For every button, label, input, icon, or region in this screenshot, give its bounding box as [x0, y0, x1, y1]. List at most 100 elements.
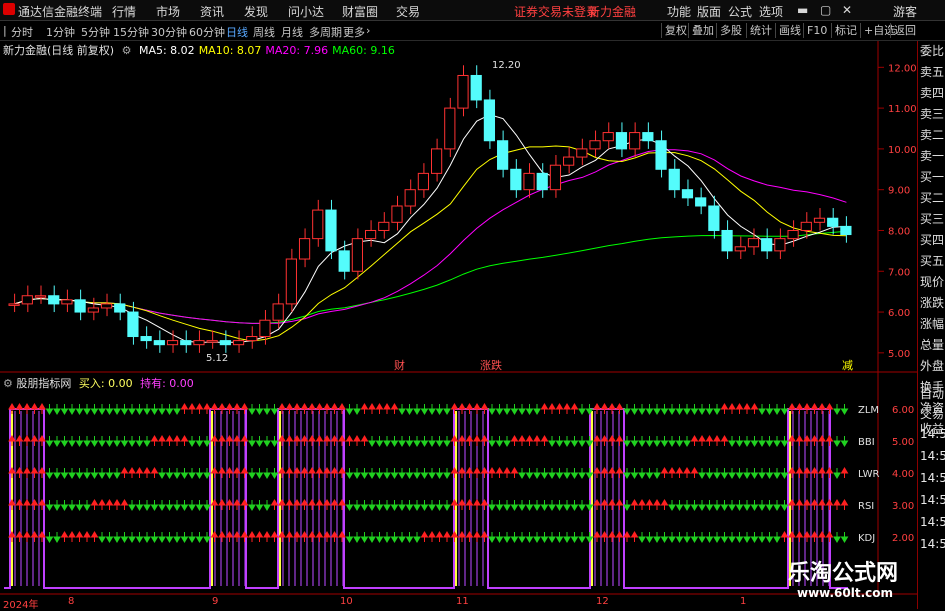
high-label: 12.20 — [492, 60, 521, 71]
sell-arrow — [195, 436, 204, 447]
sell-arrow — [405, 404, 414, 415]
candle-body — [695, 197, 707, 207]
buy-arrow — [825, 531, 834, 542]
buy-arrow — [188, 403, 196, 414]
menu-item-formula[interactable]: 公式 — [728, 3, 752, 20]
f10-button[interactable]: F10 — [803, 23, 830, 38]
period-tab-active[interactable]: 日线 — [226, 24, 248, 40]
event-marker[interactable]: 涨跌 — [480, 358, 502, 372]
sell-arrow — [773, 532, 781, 543]
sell-arrow — [345, 500, 354, 511]
candle-body — [259, 319, 271, 338]
period-tab[interactable]: 多周期 — [309, 24, 342, 40]
trade-tab[interactable]: 自动 — [920, 385, 944, 402]
buy-arrow — [825, 403, 834, 414]
overlay-button[interactable]: 叠加 — [688, 23, 717, 38]
buy-arrow — [23, 467, 31, 478]
candle-body — [391, 205, 403, 223]
minimize-icon[interactable]: ▬ — [797, 3, 808, 17]
x-label: 9 — [212, 596, 219, 607]
sell-arrow — [263, 404, 271, 415]
back-button[interactable]: 返回 — [890, 23, 919, 38]
buy-arrow — [495, 467, 504, 478]
x-label: 11 — [456, 596, 469, 607]
period-tab[interactable]: 60分钟 — [189, 24, 225, 40]
collapse-icon[interactable]: | — [3, 24, 7, 37]
chevron-right-icon[interactable]: › — [366, 24, 370, 37]
sell-arrow — [713, 404, 721, 415]
main-kline-chart[interactable]: 12.00 11.00 10.00 9.00 8.00 7.00 6.00 5.00 12.2… — [0, 41, 917, 373]
sell-arrow — [683, 500, 691, 511]
buy-arrow — [720, 435, 729, 446]
event-marker[interactable]: 财 — [394, 358, 405, 372]
guest-label[interactable]: 游客 — [893, 3, 917, 20]
buy-arrow — [728, 403, 736, 414]
menu-item-trade[interactable]: 交易 — [396, 3, 420, 20]
sell-arrow — [113, 532, 121, 543]
menu-item-options[interactable]: 选项 — [759, 3, 783, 20]
candle-body — [61, 299, 73, 305]
sell-arrow — [660, 436, 669, 447]
sell-arrow — [405, 468, 414, 479]
sell-arrow — [248, 404, 256, 415]
buy-arrow — [540, 403, 549, 414]
menu-stock-name: 新力金融 — [588, 5, 637, 19]
menu-item-wealth[interactable]: 财富圈 — [342, 3, 378, 20]
sell-arrow — [675, 404, 684, 415]
event-marker[interactable]: 减 — [842, 359, 853, 372]
candle-body — [563, 156, 575, 166]
buy-arrow — [473, 403, 481, 414]
settings-icon[interactable]: ⚙ — [122, 44, 132, 57]
sell-arrow — [765, 468, 774, 479]
menu-item-quotes[interactable]: 行情 — [112, 3, 136, 20]
buy-arrow — [360, 435, 369, 446]
period-tab[interactable]: 分时 — [11, 24, 33, 40]
candle-body — [721, 229, 733, 252]
sell-arrow — [510, 404, 519, 415]
sell-arrow — [743, 500, 751, 511]
sell-arrow — [135, 500, 144, 511]
multi-stock-button[interactable]: 多股 — [716, 23, 745, 38]
sell-arrow — [773, 468, 781, 479]
watermark-title: 乐淘公式网 — [788, 561, 899, 586]
login-alert[interactable]: 证券交易未登录 — [514, 3, 598, 20]
indicator-chart[interactable]: ZLM BBI LWR RSI KDJ 6.00 5.00 4.00 3.00 2.00 — [0, 373, 917, 595]
menu-item-function[interactable]: 功能 — [667, 3, 691, 20]
period-tab[interactable]: 15分钟 — [113, 24, 149, 40]
sell-arrow — [428, 500, 436, 511]
menu-item-news[interactable]: 资讯 — [200, 3, 224, 20]
period-tab[interactable]: 1分钟 — [46, 24, 75, 40]
period-tab-more[interactable]: 更多 — [343, 24, 365, 40]
sell-arrow — [758, 436, 766, 447]
period-tab[interactable]: 30分钟 — [151, 24, 187, 40]
candle-body — [193, 340, 205, 346]
close-icon[interactable]: ✕ — [842, 3, 852, 17]
maximize-icon[interactable]: ▢ — [820, 3, 831, 17]
period-tab[interactable]: 5分钟 — [81, 24, 110, 40]
sell-arrow — [60, 404, 69, 415]
watermark-url: www.60lt.com — [797, 586, 894, 600]
mark-button[interactable]: 标记 — [831, 23, 860, 38]
buy-arrow — [285, 467, 294, 478]
stats-button[interactable]: 统计 — [746, 23, 775, 38]
sell-arrow — [360, 468, 369, 479]
buy-arrow — [315, 435, 324, 446]
sell-arrow — [653, 532, 661, 543]
menu-item-ask[interactable]: 问小达 — [288, 3, 324, 20]
buy-arrow — [660, 467, 669, 478]
menu-item-market[interactable]: 市场 — [156, 3, 180, 20]
buy-arrow — [795, 403, 804, 414]
menu-item-discover[interactable]: 发现 — [244, 3, 268, 20]
period-tab[interactable]: 月线 — [281, 24, 303, 40]
quote-row-label: 涨幅 — [920, 317, 945, 331]
sell-arrow — [83, 436, 91, 447]
sell-arrow — [548, 468, 556, 479]
trade-tab[interactable]: 交易 — [920, 405, 944, 422]
buy-arrow — [420, 531, 429, 542]
draw-line-button[interactable]: 画线 — [775, 23, 804, 38]
sell-arrow — [270, 436, 279, 447]
menu-item-layout[interactable]: 版面 — [697, 3, 721, 20]
period-tab[interactable]: 周线 — [253, 24, 275, 40]
settings-icon[interactable]: ⚙ — [3, 377, 13, 390]
adjust-button[interactable]: 复权 — [661, 23, 690, 38]
